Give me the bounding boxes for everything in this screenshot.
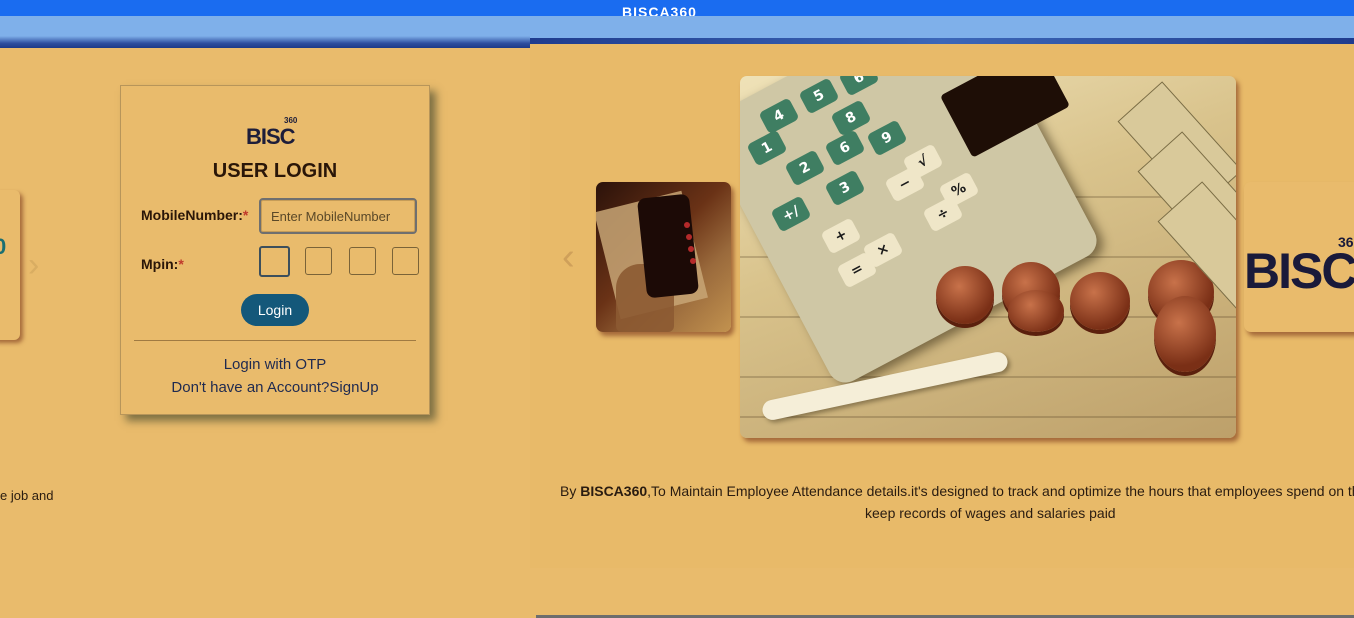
header-title: BISCA360	[622, 4, 697, 16]
mpin-label-text: Mpin:	[141, 256, 179, 272]
phone-dot	[688, 246, 694, 252]
phone-dot	[690, 258, 696, 264]
top-bar: BISCA360	[0, 0, 1354, 16]
mpin-digit-4[interactable]	[392, 247, 419, 275]
brand-logo-badge: 360	[284, 116, 298, 125]
chevron-right-icon[interactable]: ›	[28, 246, 39, 285]
logo-icon: 0	[0, 234, 7, 259]
required-marker: *	[242, 207, 249, 223]
login-with-otp-link[interactable]: Login with OTP	[121, 356, 429, 373]
required-marker: *	[178, 256, 184, 272]
carousel-next-card[interactable]: BISC 360	[1244, 182, 1354, 332]
calculator-graphic	[740, 76, 1103, 389]
mobile-number-input[interactable]	[259, 198, 417, 234]
phone-dot	[684, 222, 690, 228]
caption-prefix: By	[560, 483, 581, 499]
caption-text: ,To Maintain Employee Attendance details…	[647, 483, 1354, 499]
signup-link[interactable]: SignUp	[329, 379, 378, 396]
coin-stack	[1154, 296, 1216, 372]
caption-brand: BISCA360	[580, 483, 648, 499]
mobile-number-label-text: MobileNumber:	[141, 207, 243, 223]
carousel-caption: By BISCA360,To Maintain Employee Attenda…	[560, 480, 1354, 502]
divider	[134, 340, 416, 341]
coin-stack	[936, 266, 994, 324]
brand-logo: BISC 360	[246, 116, 306, 149]
coin-stack	[1008, 290, 1064, 332]
mpin-digit-1[interactable]	[259, 246, 290, 277]
mpin-digit-2[interactable]	[305, 247, 332, 275]
login-card: BISC 360 USER LOGIN MobileNumber:* Mpin:…	[120, 85, 430, 415]
left-carousel-caption: e job and	[0, 488, 54, 503]
next-card-logo: BISC	[1244, 243, 1354, 299]
chevron-left-icon[interactable]: ‹	[562, 236, 575, 279]
signup-prompt-text: Don't have an Account?	[171, 379, 330, 396]
carousel-thumbnail-phone[interactable]	[596, 182, 731, 332]
carousel-caption-line2: keep records of wages and salaries paid	[865, 505, 1116, 521]
mpin-digit-3[interactable]	[349, 247, 376, 275]
login-title: USER LOGIN	[212, 160, 338, 182]
mobile-number-label: MobileNumber:*	[141, 207, 248, 223]
next-card-badge: 360	[1338, 234, 1354, 250]
mpin-label: Mpin:*	[141, 256, 184, 272]
wood-grain	[740, 376, 1236, 378]
signup-prompt: Don't have an Account?SignUp	[121, 379, 429, 396]
wood-grain	[740, 416, 1236, 418]
left-carousel-card[interactable]: 0	[0, 190, 20, 340]
sub-bar-shade	[0, 36, 530, 48]
brand-logo-text: BISC	[246, 124, 296, 149]
carousel-hero-image[interactable]: 4 5 6 1 2 6 3 8 9 − √ ÷ % + × = +/	[740, 76, 1236, 438]
footer-band	[0, 578, 1354, 618]
coin-stack	[1070, 272, 1130, 330]
phone-dot	[686, 234, 692, 240]
login-button[interactable]: Login	[241, 294, 309, 326]
